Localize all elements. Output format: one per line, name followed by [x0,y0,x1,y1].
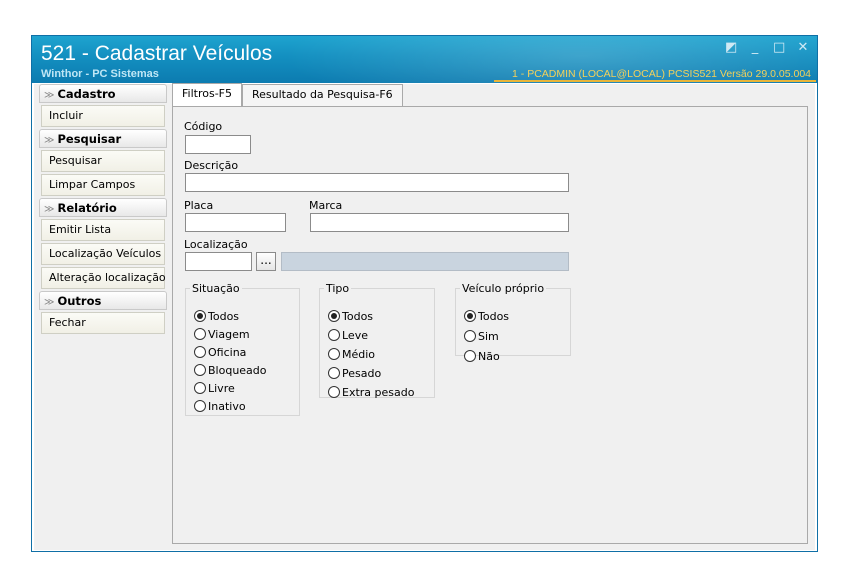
radio-icon [328,386,340,398]
sidebar-item-fechar[interactable]: Fechar [41,312,165,334]
radio-icon [194,364,206,376]
radio-label: Livre [208,381,235,395]
radio-selected-icon [194,310,206,322]
localizacao-search-button[interactable]: ... [256,252,276,271]
sidebar-item-localizacao-veiculos[interactable]: Localização Veículos [41,243,165,265]
radio-icon [194,400,206,412]
main-panel: Filtros-F5 Resultado da Pesquisa-F6 Códi… [172,83,808,546]
localizacao-description-field [281,252,569,271]
situacao-inativo-radio[interactable]: Inativo [194,398,246,414]
situacao-legend: Situação [192,282,240,295]
tipo-medio-radio[interactable]: Médio [328,346,375,362]
window-title: 521 - Cadastrar Veículos [41,42,273,65]
situacao-bloqueado-radio[interactable]: Bloqueado [194,362,267,378]
situacao-todos-radio[interactable]: Todos [194,308,239,324]
tipo-leve-radio[interactable]: Leve [328,327,368,343]
title-bar: 521 - Cadastrar Veículos Winthor - PC Si… [32,36,817,83]
sidebar: ≫ Cadastro Incluir ≫ Pesquisar Pesquisar L… [39,84,167,336]
maximize-icon[interactable]: □ [773,41,785,55]
window-controls: ◩ _ □ ✕ [725,41,809,55]
session-info: 1 - PCADMIN (LOCAL@LOCAL) PCSIS521 Versã… [512,68,811,80]
sidebar-item-limpar-campos[interactable]: Limpar Campos [41,174,165,196]
minimize-icon[interactable]: _ [749,41,761,55]
radio-icon [464,330,476,342]
restore-icon[interactable]: ◩ [725,41,737,55]
radio-label: Inativo [208,399,246,413]
codigo-label: Código [184,120,223,133]
radio-selected-icon [328,310,340,322]
radio-icon [464,350,476,362]
group-label: Relatório [57,201,117,215]
radio-icon [194,382,206,394]
marca-label: Marca [309,199,343,212]
situacao-livre-radio[interactable]: Livre [194,380,235,396]
sidebar-item-alteracao-localizacao[interactable]: Alteração localização [41,267,166,289]
radio-label: Todos [478,309,510,323]
descricao-field[interactable] [185,173,569,192]
localizacao-code-field[interactable] [185,252,252,271]
placa-field[interactable] [185,213,286,232]
group-label: Pesquisar [57,132,122,146]
placa-label: Placa [184,199,214,212]
chevron-down-icon: ≫ [44,135,55,146]
window-subtitle: Winthor - PC Sistemas [41,68,159,80]
tab-filtros[interactable]: Filtros-F5 [172,83,242,107]
radio-label: Viagem [208,327,250,341]
descricao-label: Descrição [184,159,239,172]
chevron-down-icon: ≫ [44,297,55,308]
app-window: 521 - Cadastrar Veículos Winthor - PC Si… [31,35,818,552]
group-label: Outros [57,294,102,308]
radio-label: Médio [342,347,376,361]
situacao-oficina-radio[interactable]: Oficina [194,344,246,360]
radio-icon [328,348,340,360]
veiculo-proprio-group: Veículo próprio Todos Sim Não [455,282,571,363]
codigo-field[interactable] [185,135,251,154]
veiculo-proprio-legend: Veículo próprio [462,282,545,295]
tipo-legend: Tipo [326,282,350,295]
sidebar-group-cadastro[interactable]: ≫ Cadastro [39,84,167,103]
close-icon[interactable]: ✕ [797,41,809,55]
tab-strip: Filtros-F5 Resultado da Pesquisa-F6 [172,83,403,107]
status-underline [494,80,816,82]
radio-label: Bloqueado [208,363,267,377]
situacao-group: Situação Todos Viagem Oficina Bloqueado … [185,282,300,416]
radio-icon [194,346,206,358]
radio-label: Todos [208,309,240,323]
radio-icon [328,329,340,341]
chevron-down-icon: ≫ [44,204,55,215]
sidebar-group-relatorio[interactable]: ≫ Relatório [39,198,167,217]
group-label: Cadastro [57,87,116,101]
situacao-viagem-radio[interactable]: Viagem [194,326,250,342]
marca-field[interactable] [310,213,569,232]
radio-label: Pesado [342,366,382,380]
filters-tab-body: Código Descrição Placa Marca Localização… [172,106,808,544]
sidebar-group-outros[interactable]: ≫ Outros [39,291,167,310]
sidebar-group-pesquisar[interactable]: ≫ Pesquisar [39,129,167,148]
radio-label: Leve [342,328,368,342]
tab-resultado-pesquisa[interactable]: Resultado da Pesquisa-F6 [242,84,403,106]
sidebar-item-pesquisar[interactable]: Pesquisar [41,150,165,172]
tipo-todos-radio[interactable]: Todos [328,308,373,324]
localizacao-label: Localização [184,238,248,251]
radio-label: Sim [478,329,499,343]
radio-selected-icon [464,310,476,322]
chevron-down-icon: ≫ [44,90,55,101]
proprio-sim-radio[interactable]: Sim [464,328,499,344]
content-area: ≫ Cadastro Incluir ≫ Pesquisar Pesquisar L… [34,83,815,550]
sidebar-item-emitir-lista[interactable]: Emitir Lista [41,219,165,241]
sidebar-item-incluir[interactable]: Incluir [41,105,165,127]
tipo-group: Tipo Todos Leve Médio Pesado Extra pesad… [319,282,435,400]
radio-label: Oficina [208,345,247,359]
tipo-pesado-radio[interactable]: Pesado [328,365,381,381]
radio-label: Todos [342,309,374,323]
proprio-nao-radio[interactable]: Não [464,348,500,364]
radio-label: Extra pesado [342,385,415,399]
radio-icon [328,367,340,379]
radio-icon [194,328,206,340]
radio-label: Não [478,349,500,363]
proprio-todos-radio[interactable]: Todos [464,308,509,324]
tipo-extra-pesado-radio[interactable]: Extra pesado [328,384,414,400]
